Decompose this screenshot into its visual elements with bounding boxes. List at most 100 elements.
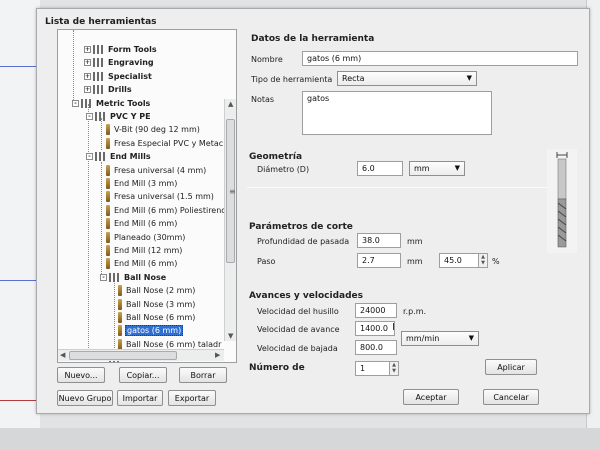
tool-bit-icon (118, 312, 122, 323)
notes-textarea[interactable]: gatos (302, 91, 492, 135)
tool-data-heading: Datos de la herramienta (251, 34, 375, 44)
cancel-button[interactable]: Cancelar (483, 389, 539, 405)
tree-item-label: End Mill (6 mm) Poliestireno (114, 205, 227, 215)
tree-tool-item[interactable]: End Mill (3 mm) (106, 177, 178, 190)
tree-group-item[interactable]: - PVC Y PE (86, 110, 152, 123)
tool-type-value: Recta (342, 74, 365, 83)
tool-bit-icon (106, 124, 110, 136)
export-button[interactable]: Exportar (168, 390, 216, 406)
tree-item-label: Drills (108, 85, 132, 95)
feed-rate-label: Velocidad de avance (257, 325, 340, 334)
stepover-input[interactable]: 2.7 (357, 253, 401, 268)
tree-tool-item[interactable]: End Mill (6 mm) (106, 217, 178, 230)
collapse-icon[interactable]: - (100, 273, 107, 281)
name-label: Nombre (251, 55, 283, 64)
tree-tool-item[interactable]: Ball Nose (6 mm) (118, 311, 196, 324)
tool-type-label: Tipo de herramienta (251, 75, 333, 84)
percent-unit: % (492, 257, 500, 266)
stepover-spinner[interactable]: ▲ ▼ (478, 253, 488, 268)
tool-type-select[interactable]: Recta ▼ (337, 71, 477, 86)
expand-icon[interactable]: + (84, 59, 91, 67)
tool-bit-icon (118, 298, 122, 310)
tree-group-item[interactable]: - Ball Nose (100, 271, 167, 284)
expand-icon[interactable]: + (84, 72, 91, 80)
tree-item-label: Fresa universal (1.5 mm) (114, 192, 214, 202)
expand-icon[interactable]: + (84, 46, 91, 53)
feed-unit-select[interactable]: mm/min ▼ (401, 331, 479, 346)
tree-tool-item[interactable]: Ball Nose (2 mm) (118, 284, 196, 297)
diameter-input[interactable]: 6.0 (357, 161, 403, 176)
tool-group-icon (93, 85, 105, 95)
new-group-button[interactable]: Nuevo Grupo (57, 390, 113, 406)
background-status-area (0, 428, 600, 450)
collapse-icon[interactable]: - (86, 113, 93, 120)
background-line (0, 66, 40, 67)
tree-tool-item[interactable]: Fresa universal (1.5 mm) (106, 190, 215, 203)
tree-item-label: Ball Nose (124, 272, 167, 282)
plunge-rate-input[interactable]: 800.0 (355, 340, 397, 355)
tool-group-icon (109, 272, 121, 282)
tree-tool-item[interactable]: V-Bit (90 deg 12 mm) (106, 123, 201, 136)
tool-bit-icon (106, 231, 110, 243)
tree-group-item[interactable]: + Engraving (84, 56, 155, 69)
tool-bit-icon (106, 164, 110, 176)
tree-tool-item[interactable]: Fresa universal (4 mm) (106, 164, 207, 177)
expand-icon[interactable]: + (84, 86, 91, 94)
tool-tree[interactable]: + Form Tools + Engraving + Specialist + Drills -… (57, 29, 237, 363)
copy-tool-button[interactable]: Copiar... (119, 367, 167, 383)
tool-bit-icon (118, 325, 122, 337)
tree-group-item[interactable]: - Metric Tools (72, 97, 151, 110)
tree-group-item[interactable]: + Form Tools (84, 43, 158, 56)
scroll-down-icon[interactable]: ▼ (228, 332, 233, 340)
diameter-unit-select[interactable]: mm ▼ (409, 161, 465, 176)
text-cursor-icon: Ι (392, 322, 395, 333)
spindle-speed-input[interactable]: 24000 (355, 303, 397, 318)
tool-group-icon (81, 98, 93, 108)
chevron-down-icon: ▼ (466, 74, 472, 82)
tool-bit-icon (106, 191, 110, 203)
tree-tool-item[interactable]: Fresa Especial PVC y Metac (106, 137, 224, 150)
new-tool-button[interactable]: Nuevo... (57, 367, 105, 383)
tree-item-label: Planeado (30mm) (114, 232, 186, 242)
ok-button[interactable]: Aceptar (403, 389, 459, 405)
apply-button[interactable]: Aplicar (485, 359, 537, 375)
plunge-rate-label: Velocidad de bajada (257, 344, 338, 353)
tree-item-label: End Mill (12 mm) (114, 246, 183, 255)
tree-group-item[interactable]: + Specialist (84, 70, 153, 83)
feed-unit-value: mm/min (406, 334, 440, 343)
tree-item-label: Ball Nose (6 mm) (126, 313, 196, 322)
scroll-right-icon[interactable]: ▶ (215, 351, 220, 359)
collapse-icon[interactable]: - (72, 99, 79, 107)
tree-tool-item[interactable]: Ball Nose (3 mm) (118, 298, 196, 311)
delete-tool-button[interactable]: Borrar (179, 367, 227, 383)
tool-bit-icon (106, 245, 110, 256)
tool-bit-icon (106, 218, 110, 230)
end-mill-icon (556, 152, 568, 248)
stepover-unit: mm (407, 257, 423, 266)
tree-group-item[interactable]: + Drills (84, 83, 133, 96)
tool-bit-icon (106, 137, 110, 149)
tree-tool-item[interactable]: End Mill (6 mm) (106, 257, 178, 270)
tool-group-icon (93, 45, 105, 54)
tool-group-icon (93, 58, 105, 68)
scroll-up-icon[interactable]: ▲ (228, 100, 233, 108)
depth-input[interactable]: 38.0 (357, 233, 401, 248)
tree-item-label: End Mill (6 mm) (114, 259, 178, 269)
geometry-heading: Geometría (249, 152, 303, 162)
spindle-speed-unit: r.p.m. (403, 307, 427, 316)
tree-tool-item[interactable]: Planeado (30mm) (106, 231, 186, 244)
tree-group-item[interactable]: - End Mills (86, 150, 152, 163)
tree-tool-item[interactable]: gatos (6 mm) (118, 324, 184, 337)
tree-tool-item[interactable]: End Mill (6 mm) Poliestireno (106, 204, 227, 217)
collapse-icon[interactable]: - (86, 153, 93, 161)
import-button[interactable]: Importar (117, 390, 163, 406)
tree-tool-item[interactable]: End Mill (12 mm) (106, 244, 183, 257)
feed-rate-input[interactable]: 1400.0 (355, 321, 395, 336)
tree-horizontal-scroll-thumb[interactable] (69, 351, 177, 360)
tool-list-dialog: Lista de herramientas + Form Tools + Engrav… (36, 8, 590, 414)
tree-guide (101, 162, 102, 274)
scroll-left-icon[interactable]: ◀ (60, 351, 65, 359)
name-input[interactable]: gatos (6 mm) (302, 51, 578, 66)
flute-count-spinner[interactable]: ▲ ▼ (389, 361, 399, 376)
spindle-speed-label: Velocidad del husillo (257, 307, 339, 316)
